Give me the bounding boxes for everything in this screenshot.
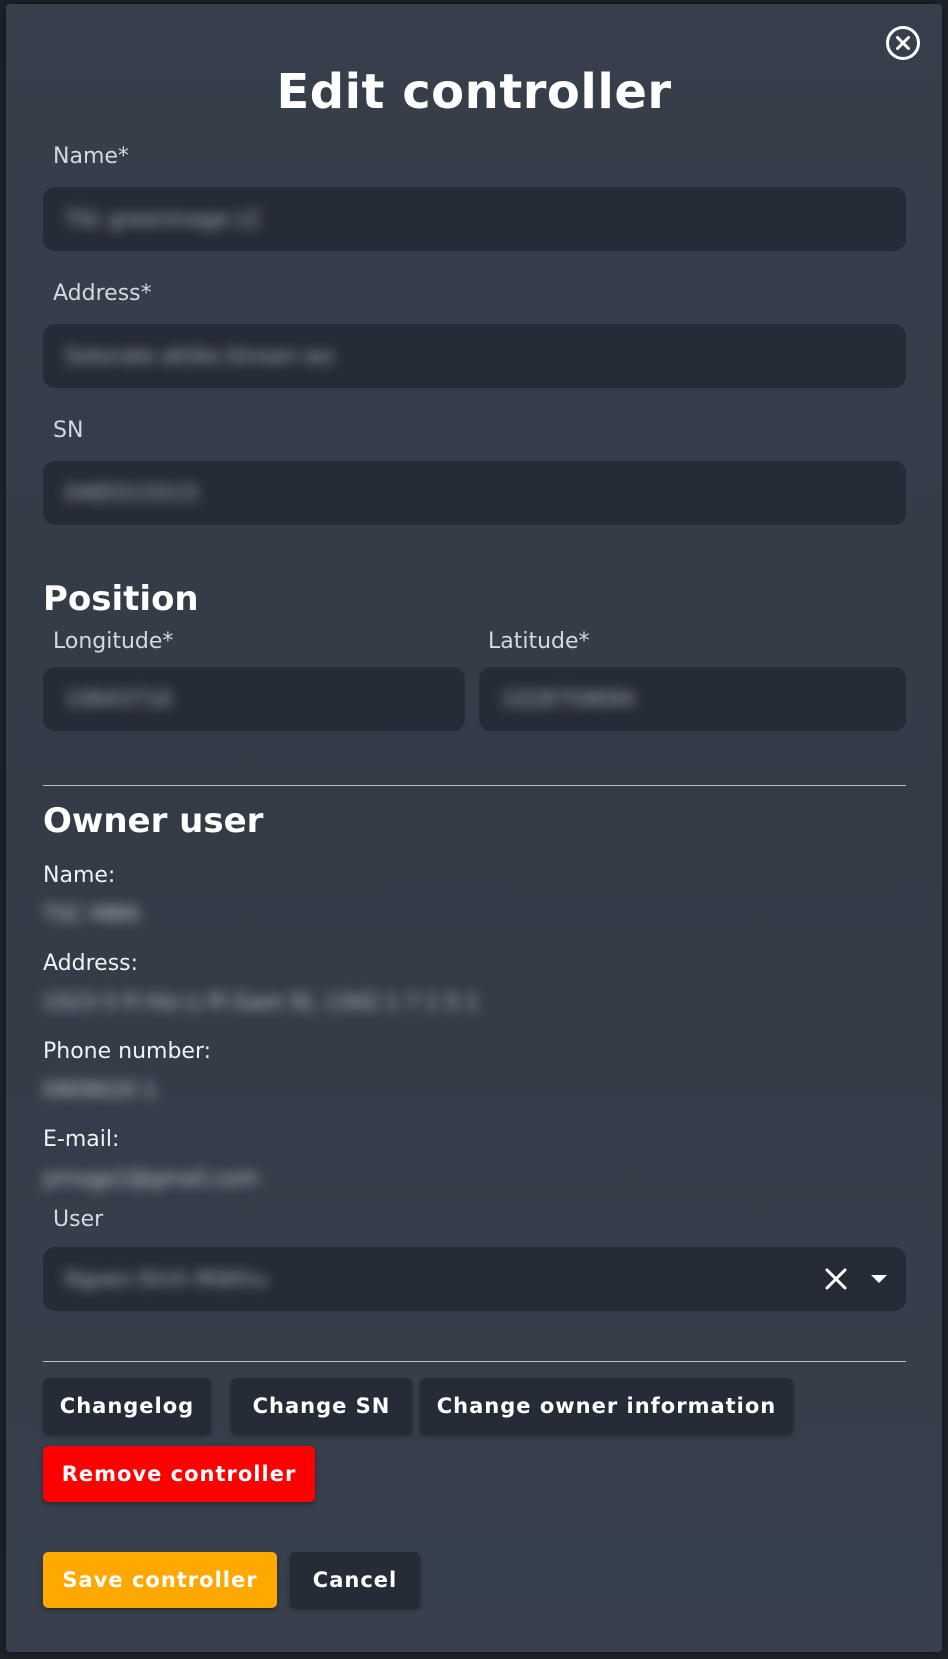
dialog-title: Edit controller xyxy=(276,64,672,120)
owner-email-label: E-mail: xyxy=(43,1127,120,1152)
name-input-value: Tốc greenmage LC xyxy=(65,207,263,231)
owner-name-value: TSC MBN xyxy=(43,902,139,926)
actions-divider xyxy=(43,1361,906,1362)
owner-phone-value: 0909020 1 xyxy=(43,1078,157,1102)
position-heading: Position xyxy=(43,579,199,619)
owner-phone-text: 0909020 1 xyxy=(43,1078,157,1102)
changelog-button[interactable]: Changelog xyxy=(43,1378,211,1434)
longitude-label: Longitude* xyxy=(53,629,174,654)
sn-input[interactable]: 0485515515 xyxy=(43,461,906,525)
owner-address-value: 1523 5 Fi hlo Li Pi Gam St, 1342 1 7 1 5… xyxy=(43,990,479,1014)
close-dialog-button[interactable] xyxy=(886,26,920,60)
owner-address-text: 1523 5 Fi hlo Li Pi Gam St, 1342 1 7 1 5… xyxy=(43,990,479,1014)
name-input[interactable]: Tốc greenmage LC xyxy=(43,187,906,251)
owner-email-value: pmsgp1@gmail.com xyxy=(43,1166,259,1190)
owner-name-label: Name: xyxy=(43,863,116,888)
address-label: Address* xyxy=(53,281,152,306)
cancel-button[interactable]: Cancel xyxy=(290,1552,420,1608)
longitude-input-value: 10643716 xyxy=(65,687,172,711)
sn-label: SN xyxy=(53,418,84,443)
clear-x-icon[interactable] xyxy=(824,1267,848,1291)
latitude-label: Latitude* xyxy=(488,629,590,654)
longitude-input[interactable]: 10643716 xyxy=(43,667,465,731)
name-label: Name* xyxy=(53,144,129,169)
latitude-input-value: 1028759694 xyxy=(501,687,635,711)
address-input[interactable]: Sotorate attiko binsen wo xyxy=(43,324,906,388)
close-icon xyxy=(896,36,910,50)
owner-email-text: pmsgp1@gmail.com xyxy=(43,1166,259,1190)
change-owner-button[interactable]: Change owner information xyxy=(420,1378,793,1434)
user-label: User xyxy=(53,1207,104,1232)
save-controller-button[interactable]: Save controller xyxy=(43,1552,277,1608)
owner-address-label: Address: xyxy=(43,951,139,976)
owner-name-text: TSC MBN xyxy=(43,902,139,926)
remove-controller-button[interactable]: Remove controller xyxy=(43,1446,315,1502)
sn-input-value: 0485515515 xyxy=(65,481,199,505)
latitude-input[interactable]: 1028759694 xyxy=(479,667,906,731)
owner-user-heading: Owner user xyxy=(43,801,264,841)
address-input-value: Sotorate attiko binsen wo xyxy=(65,344,335,368)
user-select-value: Ngoen Đinh Miêthu xyxy=(65,1267,267,1291)
owner-phone-label: Phone number: xyxy=(43,1039,212,1064)
caret-down-icon[interactable] xyxy=(870,1273,888,1285)
edit-controller-dialog: Edit controller Name* Tốc greenmage LC A… xyxy=(6,4,942,1652)
change-sn-button[interactable]: Change SN xyxy=(231,1378,412,1434)
section-divider xyxy=(43,785,906,786)
user-select[interactable]: Ngoen Đinh Miêthu xyxy=(43,1247,906,1311)
